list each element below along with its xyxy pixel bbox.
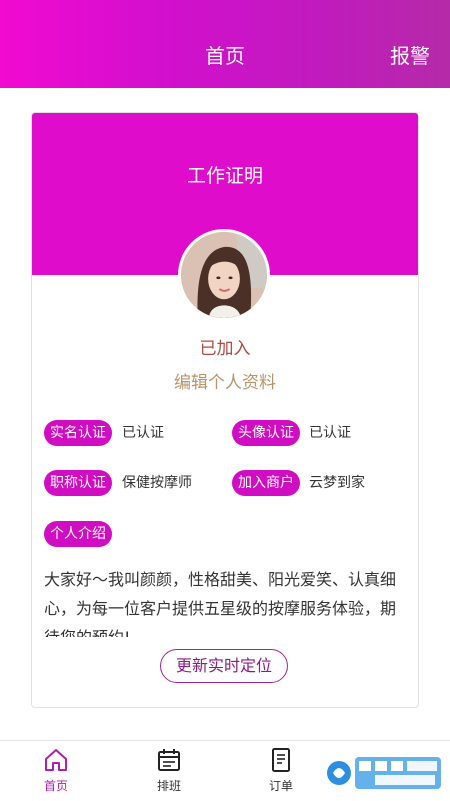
avatar-image bbox=[181, 232, 267, 318]
real-name-tag: 实名认证 bbox=[44, 420, 112, 446]
intro-tag: 个人介绍 bbox=[44, 521, 112, 547]
tab-schedule[interactable]: 排班 bbox=[139, 747, 199, 795]
edit-profile-link[interactable]: 编辑个人资料 bbox=[32, 371, 418, 395]
calendar-icon bbox=[158, 749, 180, 771]
tab-schedule-label: 排班 bbox=[156, 779, 181, 793]
order-icon bbox=[272, 748, 290, 772]
update-location-button[interactable]: 更新实时定位 bbox=[160, 649, 288, 683]
work-certificate-card: 工作证明 已加入 编辑个人资料 实名认证 已认证 头像认证 已认证 职称认证 保… bbox=[31, 112, 419, 708]
bottom-tab-bar: 首页 排班 订单 bbox=[0, 740, 450, 801]
avatar[interactable] bbox=[178, 229, 270, 321]
title-cert-tag: 职称认证 bbox=[44, 470, 112, 496]
top-header: 首页 报警 bbox=[0, 0, 450, 88]
site-watermark-logo bbox=[327, 757, 441, 789]
avatar-verify-tag: 头像认证 bbox=[232, 420, 300, 446]
card-title: 工作证明 bbox=[186, 165, 263, 187]
merchant-tag: 加入商户 bbox=[232, 470, 300, 496]
merchant-value: 云梦到家 bbox=[309, 475, 365, 491]
intro-text: 大家好～我叫颜颜，性格甜美、阳光爱笑、认真细心，为每一位客户提供五星级的按摩服务… bbox=[44, 570, 397, 637]
report-button[interactable]: 报警 bbox=[390, 42, 430, 70]
join-status: 已加入 bbox=[199, 339, 251, 359]
home-icon bbox=[45, 749, 67, 771]
tab-orders-label: 订单 bbox=[268, 779, 293, 793]
real-name-value: 已认证 bbox=[122, 425, 164, 441]
title-cert-value: 保健按摩师 bbox=[122, 475, 192, 491]
page-title: 首页 bbox=[205, 44, 245, 68]
tab-home[interactable]: 首页 bbox=[26, 747, 86, 795]
avatar-verify-value: 已认证 bbox=[309, 425, 351, 441]
tab-home-label: 首页 bbox=[43, 779, 68, 793]
tab-orders[interactable]: 订单 bbox=[251, 747, 311, 795]
